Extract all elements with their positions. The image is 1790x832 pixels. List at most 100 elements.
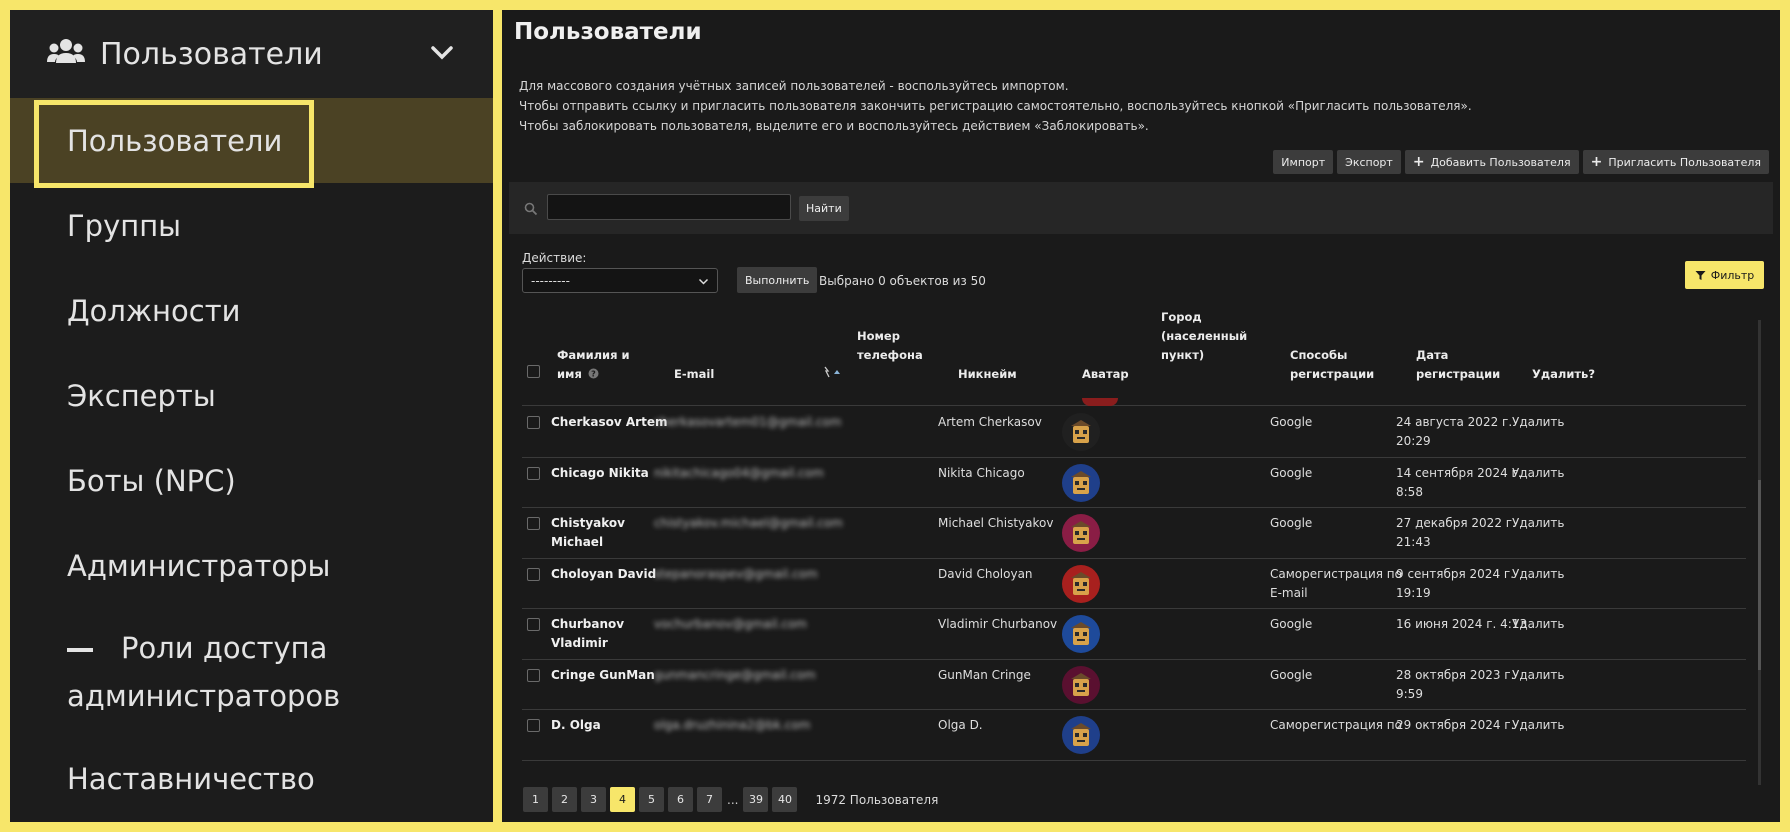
table-row[interactable]: D. Olga olga.druzhinina2@bk.com Olga D. Сам…	[522, 710, 1746, 761]
table-row[interactable]: Cherkasov Artem cherkasovartem01@gmail.co…	[522, 407, 1746, 458]
row-checkbox[interactable]	[527, 567, 540, 581]
sidebar-item-users[interactable]: Пользователи	[10, 98, 493, 188]
row-checkbox[interactable]	[527, 668, 540, 682]
box-avatar-icon	[1062, 514, 1100, 552]
sidebar-item-label: Группы	[67, 208, 182, 243]
user-name-line: Vladimir	[551, 636, 608, 650]
header-line: (населенный	[1161, 329, 1248, 343]
sidebar-item-admin-roles[interactable]: Роли доступа администраторов	[10, 608, 493, 736]
page-button[interactable]: 40	[772, 787, 798, 812]
row-checkbox[interactable]	[527, 618, 540, 631]
user-name[interactable]: Chicago Nikita	[551, 464, 649, 483]
filter-label: Фильтр	[1710, 268, 1755, 282]
page-button[interactable]: 5	[639, 787, 664, 812]
user-name[interactable]: D. Olga	[551, 716, 601, 735]
page-button[interactable]: 6	[668, 787, 693, 812]
table-row[interactable]: Cringe GunMan gunmancringe@gmail.com GunMa…	[522, 660, 1746, 710]
export-button[interactable]: Экспорт	[1337, 150, 1401, 174]
user-name[interactable]: Churbanov Vladimir	[551, 615, 624, 653]
sidebar-item-mentoring[interactable]: Наставничество	[10, 736, 493, 821]
user-name-line: Chistyakov	[551, 516, 625, 530]
chevron-down-icon[interactable]	[429, 40, 455, 66]
user-name-line: Churbanov	[551, 617, 625, 631]
header-line: Номер	[857, 329, 900, 343]
toolbar: Импорт Экспорт + Добавить Пользователя + П…	[1273, 150, 1769, 174]
filter-icon	[1695, 270, 1706, 280]
sidebar-item-positions[interactable]: Должности	[10, 268, 493, 353]
header-line: Фамилия и	[557, 348, 630, 362]
sidebar-item-label: Наставничество	[67, 761, 315, 796]
page-description: Для массового создания учётных записей п…	[519, 76, 1472, 136]
registration-date-line: 19:19	[1396, 585, 1431, 600]
user-name[interactable]: Chistyakov Michael	[551, 514, 625, 552]
column-header-registration-method[interactable]: Способы регистрации	[1290, 346, 1374, 384]
search-input[interactable]	[547, 194, 791, 220]
sidebar-header[interactable]: Пользователи	[10, 10, 493, 98]
sidebar-item-experts[interactable]: Эксперты	[10, 353, 493, 438]
registration-date: 14 сентября 2024 г. 8:58	[1396, 464, 1522, 502]
sidebar-item-label-line2: администраторов	[67, 679, 341, 713]
delete-link[interactable]: Удалить	[1512, 716, 1565, 735]
registration-method-line: Google	[1270, 516, 1313, 530]
sort-icon[interactable]	[822, 365, 840, 385]
page-button[interactable]: 2	[552, 787, 577, 812]
add-user-button[interactable]: + Добавить Пользователя	[1404, 150, 1579, 174]
select-all-checkbox[interactable]	[527, 365, 540, 378]
row-checkbox[interactable]	[527, 719, 540, 732]
run-action-button[interactable]: Выполнить	[737, 267, 818, 293]
column-header-phone[interactable]: Номер телефона	[857, 327, 923, 365]
delete-link[interactable]: Удалить	[1512, 565, 1565, 584]
column-header-nickname[interactable]: Никнейм	[958, 365, 1017, 384]
sidebar-item-admins[interactable]: Администраторы	[10, 523, 493, 608]
delete-link[interactable]: Удалить	[1512, 413, 1565, 432]
import-button[interactable]: Импорт	[1273, 150, 1334, 174]
chevron-down-icon	[698, 276, 709, 287]
description-line: Чтобы заблокировать пользователя, выдели…	[519, 119, 1149, 133]
sidebar-header-title: Пользователи	[100, 36, 323, 72]
sidebar-item-label: Эксперты	[67, 378, 216, 413]
column-header-registration-date[interactable]: Дата регистрации	[1416, 346, 1500, 384]
table-row[interactable]: Churbanov Vladimir vochurbanov@gmail.com Vl…	[522, 609, 1746, 660]
page-button[interactable]: 4	[610, 787, 635, 812]
column-header-avatar[interactable]: Аватар	[1082, 365, 1129, 384]
table-row[interactable]: Choloyan David stepanoraspev@gmail.com Dav…	[522, 559, 1746, 609]
column-header-email[interactable]: E-mail	[674, 365, 714, 384]
search-button[interactable]: Найти	[799, 196, 849, 221]
user-name[interactable]: Cringe GunMan	[551, 666, 655, 685]
user-email: nikitachicago04@gmail.com	[654, 465, 824, 480]
delete-link[interactable]: Удалить	[1512, 666, 1565, 685]
page-button[interactable]: 1	[523, 787, 548, 812]
scrollbar-thumb[interactable]	[1758, 480, 1761, 670]
delete-link[interactable]: Удалить	[1512, 464, 1565, 483]
registration-method-line: Саморегистрация по	[1270, 566, 1402, 581]
registration-method-line: Google	[1270, 617, 1313, 631]
delete-link[interactable]: Удалить	[1512, 514, 1565, 533]
row-checkbox[interactable]	[527, 416, 540, 429]
action-select[interactable]: ---------	[522, 268, 718, 293]
description-line: Чтобы отправить ссылку и пригласить поль…	[519, 99, 1472, 113]
registration-method: Саморегистрация по	[1270, 716, 1402, 735]
header-line: имя	[557, 367, 582, 381]
table-row[interactable]: Chistyakov Michael chistyakov.michael@gmai…	[522, 508, 1746, 559]
delete-link[interactable]: Удалить	[1512, 615, 1565, 634]
description-line: Для массового создания учётных записей п…	[519, 79, 1069, 93]
user-nickname: Olga D.	[938, 718, 983, 732]
page-button[interactable]: 7	[697, 787, 722, 812]
page-button[interactable]: 3	[581, 787, 606, 812]
invite-user-button[interactable]: + Пригласить Пользователя	[1582, 150, 1769, 174]
registration-date: 29 октября 2024 г.	[1396, 716, 1514, 735]
column-header-city[interactable]: Город (населенный пункт)	[1161, 312, 1247, 365]
sidebar-item-groups[interactable]: Группы	[10, 183, 493, 268]
table-header: Фамилия и имя ? E-mail Номер телефона Ни…	[522, 312, 1746, 406]
table-row[interactable]: Chicago Nikita nikitachicago04@gmail.com N…	[522, 458, 1746, 508]
sidebar: Пользователи Пользователи Группы Должнос…	[10, 10, 493, 822]
user-name[interactable]: Cherkasov Artem	[551, 413, 667, 432]
row-checkbox[interactable]	[527, 517, 540, 530]
user-name[interactable]: Choloyan David	[551, 565, 656, 584]
user-nickname: Michael Chistyakov	[938, 516, 1054, 530]
row-checkbox[interactable]	[527, 466, 540, 480]
sidebar-item-bots[interactable]: Боты (NPC)	[10, 438, 493, 523]
page-button[interactable]: 39	[743, 787, 769, 812]
column-header-name[interactable]: Фамилия и имя ?	[557, 346, 630, 384]
filter-button[interactable]: Фильтр	[1685, 261, 1764, 289]
